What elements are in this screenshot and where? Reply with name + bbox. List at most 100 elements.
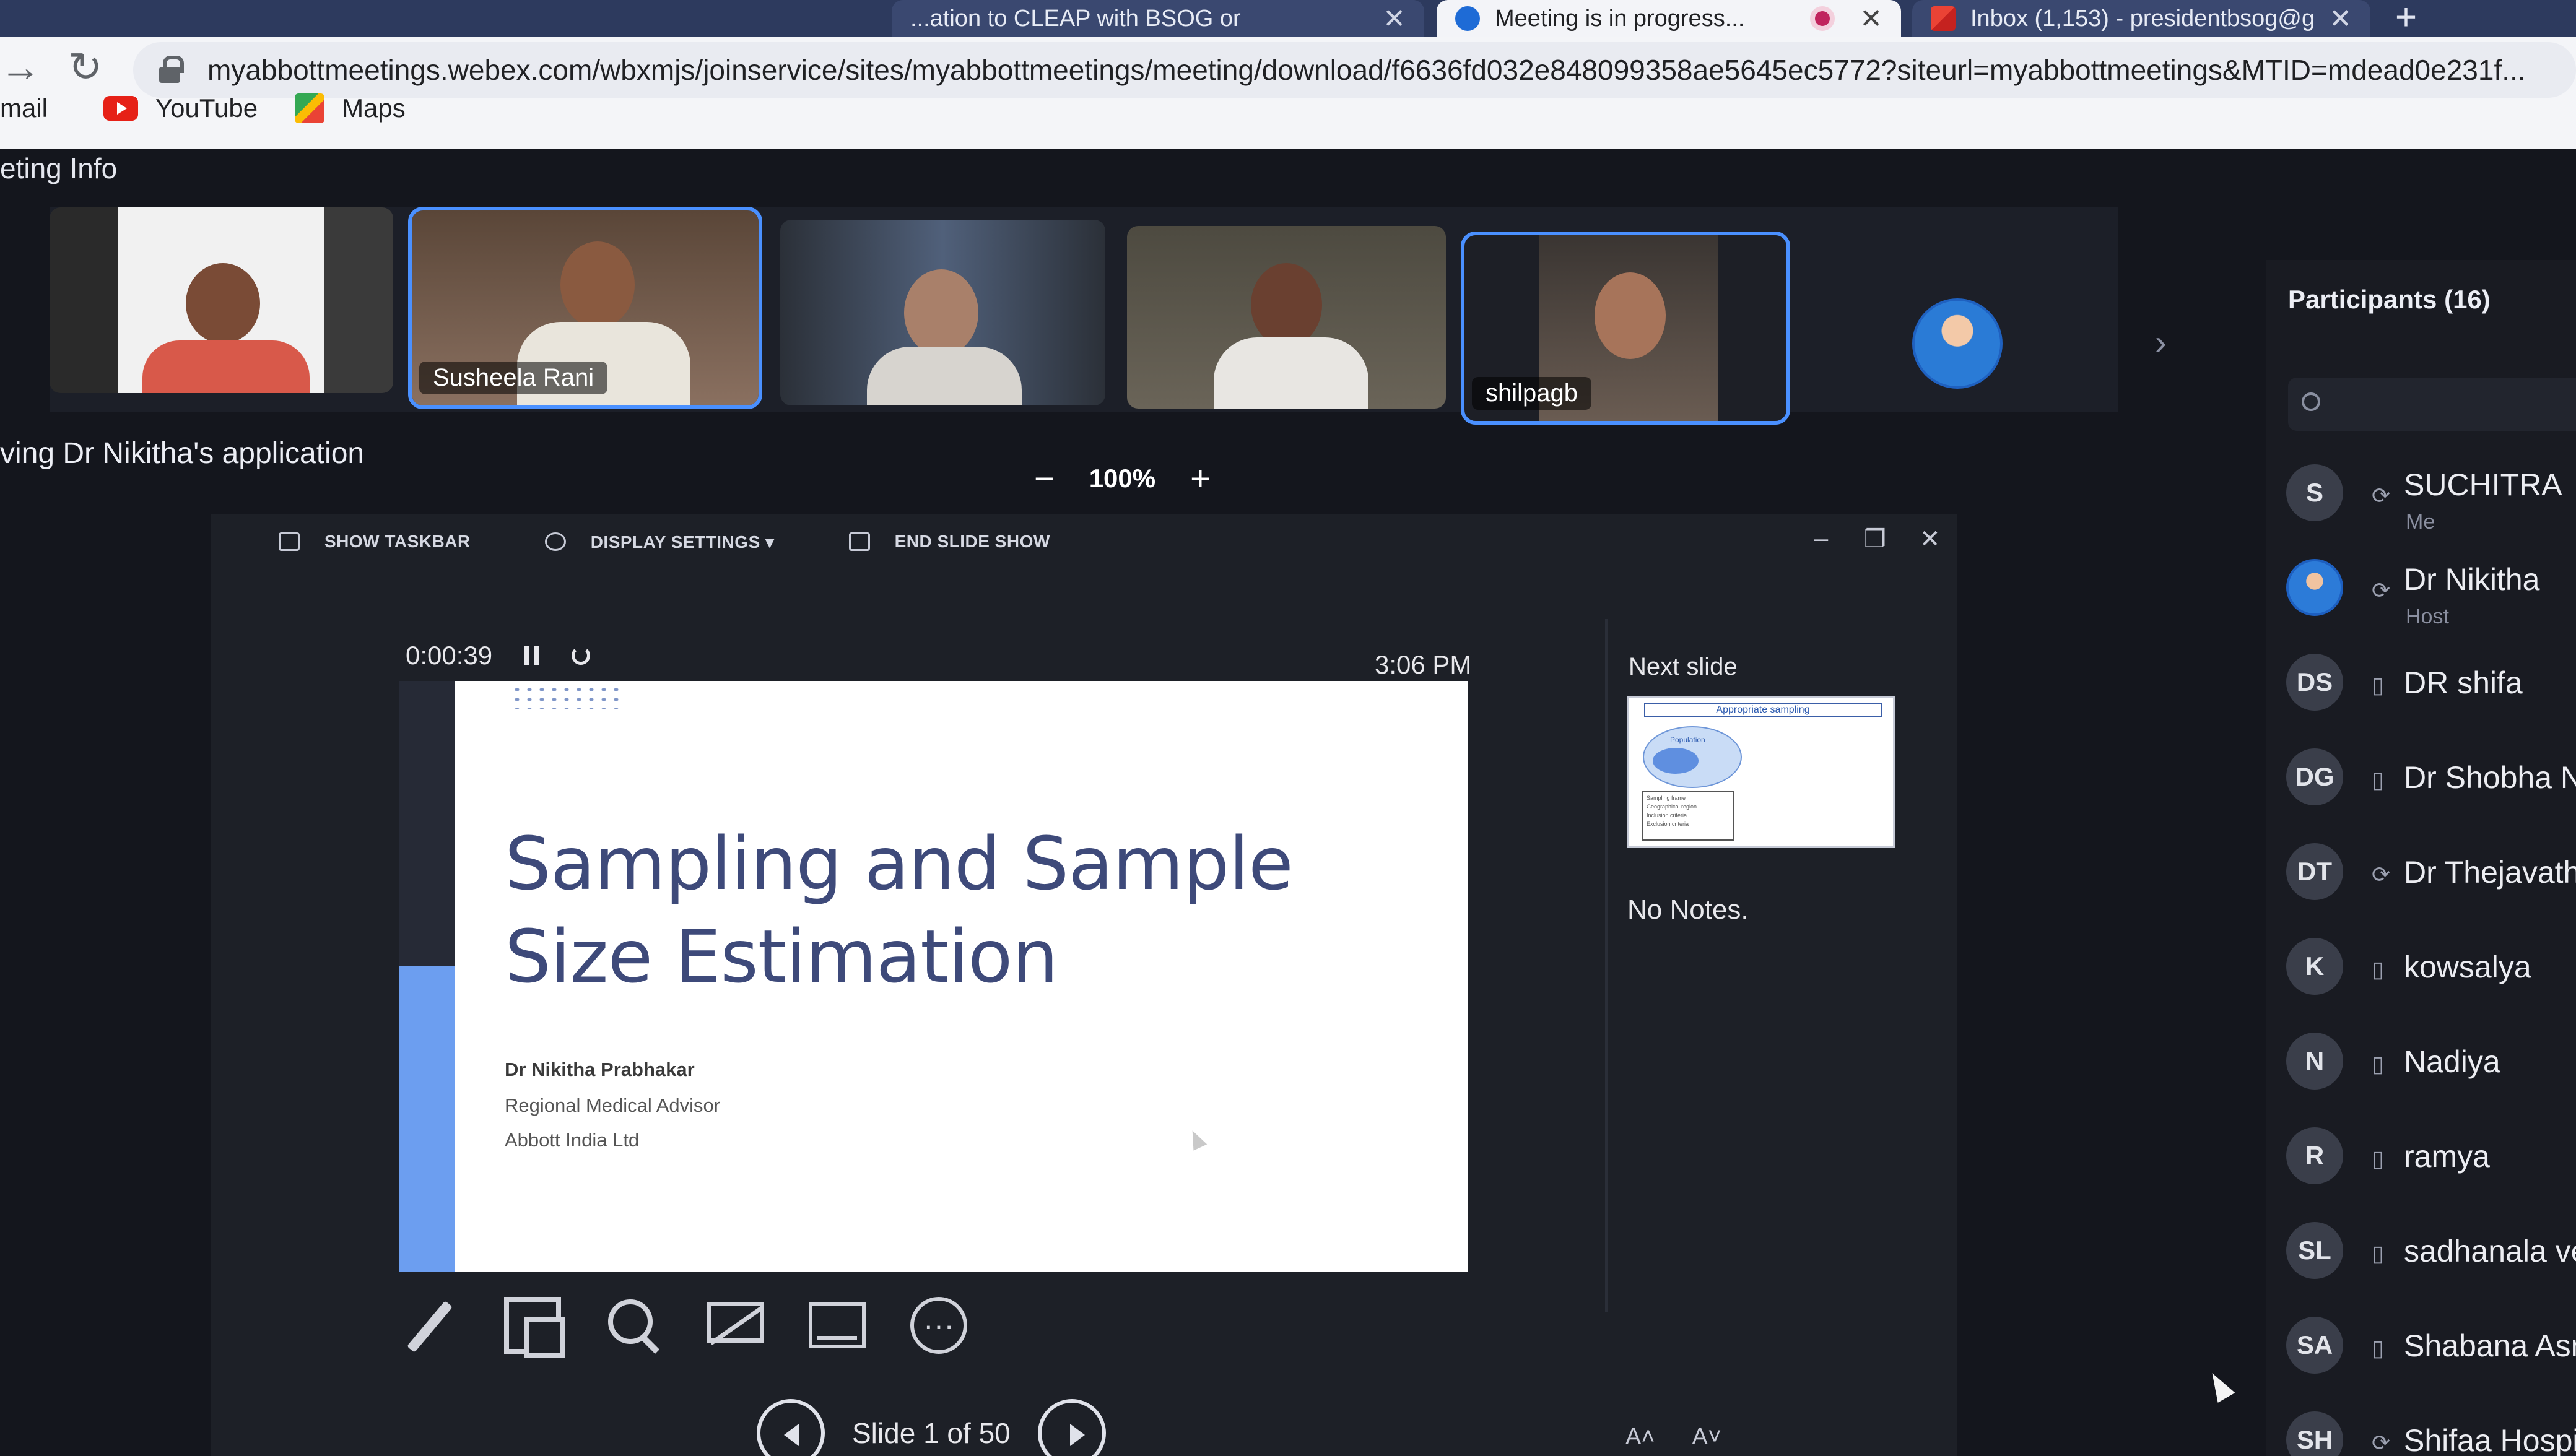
next-slide-label: Next slide bbox=[1629, 653, 1738, 680]
participant-row[interactable]: SA ▯ Shabana Asm bbox=[2286, 1317, 2576, 1411]
next-slide-thumbnail[interactable]: Appropriate sampling Population Sampling… bbox=[1627, 696, 1895, 848]
previous-slide-button[interactable] bbox=[757, 1399, 825, 1456]
reset-timer-icon[interactable] bbox=[572, 646, 591, 665]
youtube-icon bbox=[103, 96, 139, 121]
participant-search-input[interactable] bbox=[2288, 378, 2576, 431]
connection-status-icon: ▯ bbox=[2372, 956, 2384, 982]
next-slide-button[interactable] bbox=[1037, 1399, 1106, 1456]
video-tile[interactable] bbox=[50, 207, 393, 393]
video-tile[interactable] bbox=[780, 220, 1105, 405]
subtitles-icon[interactable] bbox=[809, 1302, 866, 1348]
participant-row[interactable]: DT ⟳ Dr Thejavath bbox=[2286, 843, 2576, 938]
meeting-info-link[interactable]: eting Info bbox=[0, 152, 117, 185]
slide-navigation: Slide 1 of 50 bbox=[757, 1399, 1106, 1456]
sharing-status-label: ving Dr Nikitha's application bbox=[0, 437, 365, 470]
zoom-level: 100% bbox=[1089, 463, 1156, 493]
video-filmstrip: Susheela Rani shilpagb bbox=[50, 207, 2118, 425]
participant-avatar: DT bbox=[2286, 843, 2343, 900]
participant-avatar: K bbox=[2286, 938, 2343, 995]
participant-row[interactable]: DS ▯ DR shifa bbox=[2286, 654, 2576, 748]
decrease-font-button[interactable]: A˅ bbox=[1692, 1424, 1722, 1450]
bookmark-youtube[interactable]: YouTube bbox=[103, 93, 258, 123]
participant-name: kowsalya bbox=[2404, 950, 2531, 984]
video-tile-shilpagb[interactable]: shilpagb bbox=[1461, 232, 1790, 425]
tab-cleap[interactable]: ...ation to CLEAP with BSOG or ✕ bbox=[892, 0, 1424, 37]
participant-row[interactable]: SH ⟳ Shifaa Hospit bbox=[2286, 1411, 2576, 1456]
current-time: 3:06 PM bbox=[1375, 650, 1472, 679]
participant-row[interactable]: S ⟳ SUCHITRA Me bbox=[2286, 464, 2576, 559]
thumb-title: Appropriate sampling bbox=[1644, 703, 1882, 717]
connection-status-icon: ▯ bbox=[2372, 1335, 2384, 1361]
see-all-slides-icon[interactable] bbox=[504, 1297, 565, 1358]
participant-row[interactable]: N ▯ Nadiya bbox=[2286, 1033, 2576, 1127]
participant-row[interactable]: DG ▯ Dr Shobha N bbox=[2286, 748, 2576, 843]
tab-gmail[interactable]: Inbox (1,153) - presidentbsog@g ✕ bbox=[1912, 0, 2370, 37]
tab-label: Inbox (1,153) - presidentbsog@g bbox=[1970, 5, 2315, 32]
participant-list: S ⟳ SUCHITRA Me ⟳ Dr Nikitha Host DS ▯ DR shifa DG… bbox=[2286, 464, 2576, 1456]
show-taskbar-button[interactable]: SHOW TASKBAR bbox=[279, 532, 471, 552]
participant-name: Shabana Asm bbox=[2404, 1328, 2576, 1363]
bookmark-label: YouTube bbox=[155, 93, 258, 123]
slide-title-line: Sampling and Sample bbox=[505, 821, 1294, 906]
increase-font-button[interactable]: A˄ bbox=[1625, 1424, 1655, 1450]
close-button[interactable]: ✕ bbox=[1920, 525, 1941, 553]
new-tab-button[interactable]: + bbox=[2395, 0, 2417, 37]
tab-close-icon[interactable]: ✕ bbox=[1860, 3, 1882, 35]
participant-avatar: DS bbox=[2286, 654, 2343, 711]
current-slide[interactable]: Sampling and Sample Size Estimation Dr N… bbox=[399, 681, 1468, 1272]
participant-video bbox=[1595, 272, 1666, 359]
slide-title-line: Size Estimation bbox=[505, 914, 1058, 999]
toolbar-label: DISPLAY SETTINGS ▾ bbox=[590, 532, 775, 552]
connection-status-icon: ▯ bbox=[2372, 1241, 2384, 1266]
filmstrip-next-icon[interactable]: › bbox=[2155, 322, 2167, 362]
participant-avatar: S bbox=[2286, 464, 2343, 521]
participant-role: Me bbox=[2406, 510, 2435, 534]
video-name-label: Susheela Rani bbox=[419, 362, 608, 394]
thumb-sample-ellipse bbox=[1653, 748, 1699, 774]
zoom-icon[interactable] bbox=[606, 1297, 663, 1354]
pen-tool-button[interactable] bbox=[402, 1297, 459, 1354]
participant-video bbox=[904, 269, 978, 356]
participant-row[interactable]: ⟳ Dr Nikitha Host bbox=[2286, 559, 2576, 654]
end-slide-show-button[interactable]: END SLIDE SHOW bbox=[848, 532, 1050, 552]
tab-close-icon[interactable]: ✕ bbox=[2329, 3, 2352, 35]
participant-name: DR shifa bbox=[2404, 665, 2523, 700]
participant-avatar: SL bbox=[2286, 1222, 2343, 1279]
participant-avatar: DG bbox=[2286, 748, 2343, 805]
notes-divider bbox=[1605, 619, 1608, 1312]
zoom-in-button[interactable]: + bbox=[1190, 458, 1211, 498]
participant-video bbox=[1214, 337, 1368, 409]
participant-name: SUCHITRA bbox=[2404, 467, 2562, 502]
slide-accent-bar bbox=[399, 966, 455, 1272]
slide-organization: Abbott India Ltd bbox=[505, 1129, 640, 1151]
bookmark-maps[interactable]: Maps bbox=[295, 93, 406, 123]
zoom-out-button[interactable]: − bbox=[1034, 458, 1055, 498]
participant-name: Shifaa Hospit bbox=[2404, 1423, 2576, 1456]
participant-video bbox=[186, 263, 260, 344]
pause-timer-icon[interactable] bbox=[524, 646, 540, 665]
participant-avatar[interactable] bbox=[1912, 298, 2003, 389]
participant-row[interactable]: K ▯ kowsalya bbox=[2286, 938, 2576, 1033]
video-tile[interactable] bbox=[1127, 226, 1446, 409]
participant-row[interactable]: R ▯ ramya bbox=[2286, 1127, 2576, 1222]
slide-dot-pattern bbox=[511, 685, 622, 709]
slide-accent-bar bbox=[399, 681, 455, 966]
display-settings-button[interactable]: DISPLAY SETTINGS ▾ bbox=[544, 532, 775, 552]
connection-status-icon: ▯ bbox=[2372, 1051, 2384, 1077]
participant-row[interactable]: SL ▯ sadhanala ve bbox=[2286, 1222, 2576, 1317]
restore-button[interactable]: ❐ bbox=[1864, 525, 1886, 553]
participant-name: Dr Nikitha bbox=[2404, 562, 2540, 597]
slide-role: Regional Medical Advisor bbox=[505, 1094, 721, 1116]
minimize-button[interactable]: – bbox=[1814, 525, 1828, 553]
participant-avatar: N bbox=[2286, 1033, 2343, 1090]
more-options-icon[interactable]: ··· bbox=[910, 1297, 967, 1354]
black-screen-icon[interactable] bbox=[707, 1302, 764, 1343]
bookmark-gmail[interactable]: mail bbox=[0, 93, 48, 123]
tab-close-icon[interactable]: ✕ bbox=[1383, 3, 1406, 35]
tab-meeting[interactable]: Meeting is in progress... ✕ bbox=[1437, 0, 1901, 37]
speaker-notes: No Notes. bbox=[1627, 895, 1749, 925]
search-icon bbox=[2302, 392, 2320, 411]
tab-label: Meeting is in progress... bbox=[1495, 5, 1745, 32]
participant-name: Nadiya bbox=[2404, 1044, 2500, 1079]
video-tile-susheela-rani[interactable]: Susheela Rani bbox=[408, 207, 762, 409]
